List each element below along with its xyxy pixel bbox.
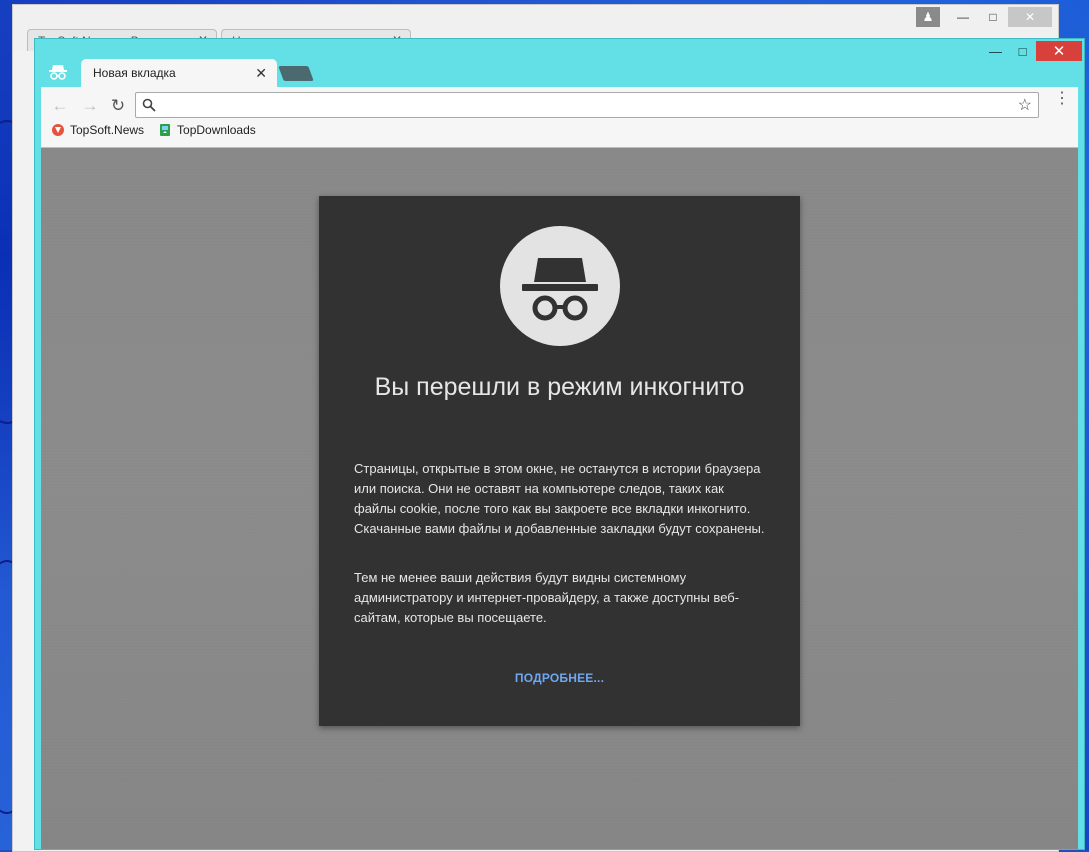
topdownloads-favicon-icon xyxy=(160,124,171,136)
forward-arrow-icon[interactable]: → xyxy=(79,95,101,117)
incognito-spy-icon xyxy=(500,226,620,346)
incognito-browser-window: — □ ✕ Новая вкладка ✕ ← → ↻ ☆ ⋮ TopSoft.… xyxy=(34,38,1085,850)
browser-toolbar: ← → ↻ ☆ ⋮ TopSoft.News TopDownloads xyxy=(41,87,1078,147)
minimize-button[interactable]: — xyxy=(982,41,1009,61)
reload-icon[interactable]: ↻ xyxy=(107,95,129,117)
bookmark-label: TopDownloads xyxy=(177,123,256,137)
incognito-paragraph-visibility: Тем не менее ваши действия будут видны с… xyxy=(354,570,740,625)
menu-icon[interactable]: ⋮ xyxy=(1054,91,1070,107)
bookmark-star-icon[interactable]: ☆ xyxy=(1018,95,1032,115)
window-controls: — □ ✕ xyxy=(982,41,1082,61)
close-button[interactable]: ✕ xyxy=(1008,7,1052,27)
maximize-button[interactable]: □ xyxy=(1009,41,1036,61)
maximize-button[interactable]: □ xyxy=(978,7,1008,27)
background-window-controls: ♟ — □ ✕ xyxy=(916,7,1052,27)
close-icon[interactable]: ✕ xyxy=(255,65,267,82)
incognito-title: Вы перешли в режим инкогнито xyxy=(374,373,745,401)
bookmarks-bar: TopSoft.News TopDownloads xyxy=(51,123,256,137)
incognito-info-card: Вы перешли в режим инкогнито Страницы, о… xyxy=(319,196,800,726)
back-arrow-icon[interactable]: ← xyxy=(49,95,71,117)
tab-label: Новая вкладка xyxy=(93,66,176,80)
minimize-button[interactable]: — xyxy=(948,7,978,27)
topsoft-favicon-icon xyxy=(52,124,64,136)
address-bar[interactable]: ☆ xyxy=(135,92,1039,118)
user-icon[interactable]: ♟ xyxy=(916,7,940,27)
bookmark-label: TopSoft.News xyxy=(70,123,145,137)
close-button[interactable]: ✕ xyxy=(1036,41,1082,61)
address-input[interactable] xyxy=(162,95,1006,117)
search-icon xyxy=(142,98,156,112)
learn-more-link[interactable]: ПОДРОБНЕЕ... xyxy=(319,671,800,685)
new-tab-button[interactable] xyxy=(278,66,314,81)
incognito-icon xyxy=(49,65,67,80)
bookmark-topdownloads[interactable]: TopDownloads xyxy=(158,123,256,137)
tab-new-tab[interactable]: Новая вкладка ✕ xyxy=(81,59,277,87)
incognito-paragraph-history: Страницы, открытые в этом окне, не остан… xyxy=(354,461,765,536)
page-content: Вы перешли в режим инкогнито Страницы, о… xyxy=(41,147,1078,849)
bookmark-topsoft-news[interactable]: TopSoft.News xyxy=(51,123,144,137)
